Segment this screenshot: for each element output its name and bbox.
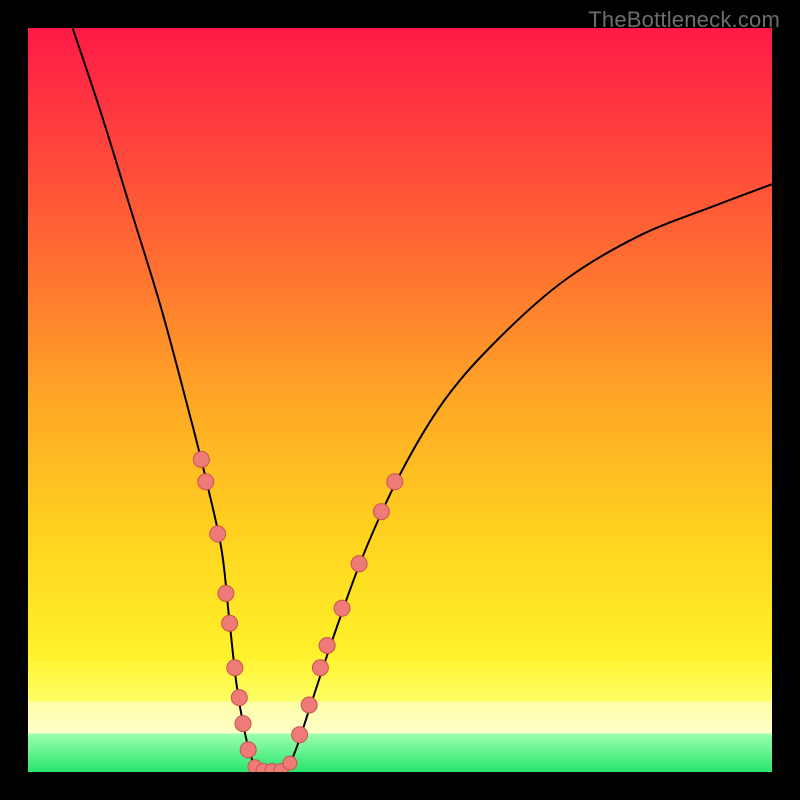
curve-dot: [231, 690, 247, 706]
curve-dot: [319, 638, 335, 654]
curve-dot: [373, 504, 389, 520]
curve-dot: [387, 474, 403, 490]
curve-dot: [312, 660, 328, 676]
curve-dot: [240, 742, 256, 758]
curve-markers: [193, 452, 402, 773]
watermark-text: TheBottleneck.com: [588, 7, 780, 33]
curve-dot: [235, 716, 251, 732]
plot-area: [28, 28, 772, 772]
curve-dot: [210, 526, 226, 542]
curve-dot: [334, 600, 350, 616]
curve-dot: [301, 697, 317, 713]
curve-dot: [283, 756, 297, 770]
curve-dot: [218, 585, 234, 601]
curve-dot: [198, 474, 214, 490]
curve-dot: [193, 452, 209, 468]
curve-dot: [292, 727, 308, 743]
curve-dot: [227, 660, 243, 676]
bottleneck-curve: [73, 28, 772, 772]
chart-frame: TheBottleneck.com: [0, 0, 800, 800]
curve-layer: [28, 28, 772, 772]
curve-dot: [222, 615, 238, 631]
curve-dot: [351, 556, 367, 572]
